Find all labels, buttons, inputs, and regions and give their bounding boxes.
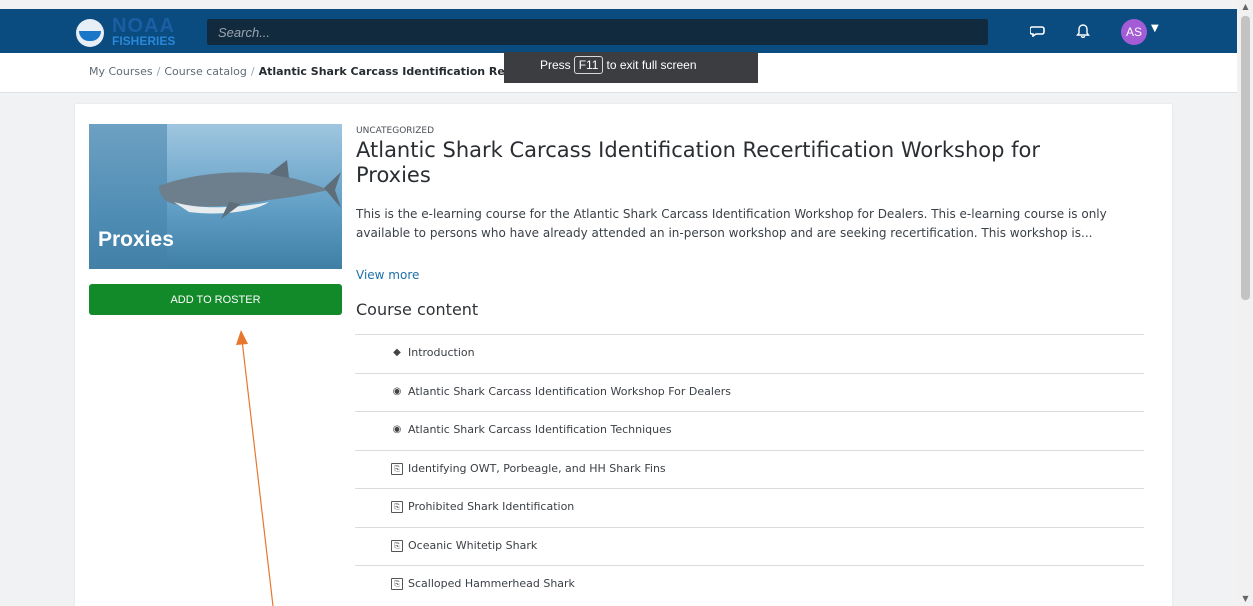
noaa-emblem-icon: [76, 19, 104, 47]
course-content-heading: Course content: [356, 300, 479, 319]
search-bar[interactable]: [207, 19, 988, 45]
fullscreen-toast: Press F11 to exit full screen: [504, 52, 758, 83]
breadcrumb-course-catalog[interactable]: Course catalog: [164, 65, 247, 78]
scroll-down-arrow-icon[interactable]: ▼: [1238, 592, 1253, 606]
list-item[interactable]: ◆ Introduction: [355, 334, 1144, 373]
toast-prefix: Press: [540, 58, 571, 72]
breadcrumb-my-courses[interactable]: My Courses: [89, 65, 153, 78]
notifications-bell-icon[interactable]: [1074, 23, 1092, 41]
pdf-icon: ⎘: [391, 578, 403, 590]
breadcrumb-separator: /: [250, 65, 255, 78]
logo-text-fisheries: FISHERIES: [112, 34, 176, 48]
list-item-label[interactable]: Prohibited Shark Identification: [408, 500, 574, 513]
list-item-label[interactable]: Atlantic Shark Carcass Identification Te…: [408, 423, 672, 436]
scroll-thumb[interactable]: [1241, 16, 1250, 300]
list-item-label[interactable]: Atlantic Shark Carcass Identification Wo…: [408, 385, 731, 398]
course-description: This is the e-learning course for the At…: [356, 207, 1107, 240]
view-more-link[interactable]: View more: [356, 268, 419, 282]
list-item-label[interactable]: Identifying OWT, Porbeagle, and HH Shark…: [408, 462, 666, 475]
pdf-icon: ⎘: [391, 539, 403, 552]
pdf-icon: ⎘: [391, 462, 403, 475]
list-item[interactable]: ◉ Atlantic Shark Carcass Identification …: [355, 372, 1144, 412]
list-item[interactable]: ⎘ Prohibited Shark Identification: [355, 488, 1144, 527]
list-item[interactable]: ◉ Atlantic Shark Carcass Identification …: [355, 411, 1144, 450]
pdf-icon: ⎘: [391, 501, 403, 513]
list-item[interactable]: ⎘ Oceanic Whitetip Shark: [355, 526, 1144, 566]
play-circle-icon: ◉: [392, 385, 402, 397]
list-item[interactable]: ⎘ Scalloped Hammerhead Shark: [355, 565, 1144, 604]
messages-icon[interactable]: [1029, 23, 1047, 41]
toast-key: F11: [573, 56, 604, 74]
top-navbar: NOAA FISHERIES AS ▼: [0, 9, 1237, 53]
course-image: Proxies: [89, 124, 342, 269]
list-item-label[interactable]: Introduction: [408, 346, 475, 359]
scroll-up-arrow-icon[interactable]: ▲: [1238, 0, 1253, 14]
user-menu-caret-icon[interactable]: ▼: [1151, 23, 1159, 34]
search-input[interactable]: [207, 19, 988, 45]
user-avatar[interactable]: AS: [1121, 19, 1147, 45]
list-item-label[interactable]: Scalloped Hammerhead Shark: [408, 577, 575, 590]
list-item-label[interactable]: Oceanic Whitetip Shark: [408, 539, 537, 552]
add-to-roster-button[interactable]: ADD TO ROSTER: [89, 284, 342, 315]
course-card: Proxies ADD TO ROSTER UNCATEGORIZED Atla…: [75, 104, 1172, 606]
course-content-list: ◆ Introduction ◉ Atlantic Shark Carcass …: [355, 334, 1144, 604]
breadcrumb-separator: /: [156, 65, 161, 78]
cube-icon: ◆: [393, 347, 401, 358]
play-circle-icon: ◉: [392, 424, 402, 435]
course-category: UNCATEGORIZED: [356, 126, 434, 136]
course-image-label: Proxies: [98, 228, 174, 251]
page-scrollbar[interactable]: ▲ ▼: [1238, 0, 1253, 606]
list-item[interactable]: ⎘ Identifying OWT, Porbeagle, and HH Sha…: [355, 449, 1144, 489]
noaa-fisheries-logo[interactable]: NOAA FISHERIES: [76, 15, 186, 49]
course-title: Atlantic Shark Carcass Identification Re…: [356, 138, 1040, 187]
toast-suffix: to exit full screen: [606, 58, 697, 72]
